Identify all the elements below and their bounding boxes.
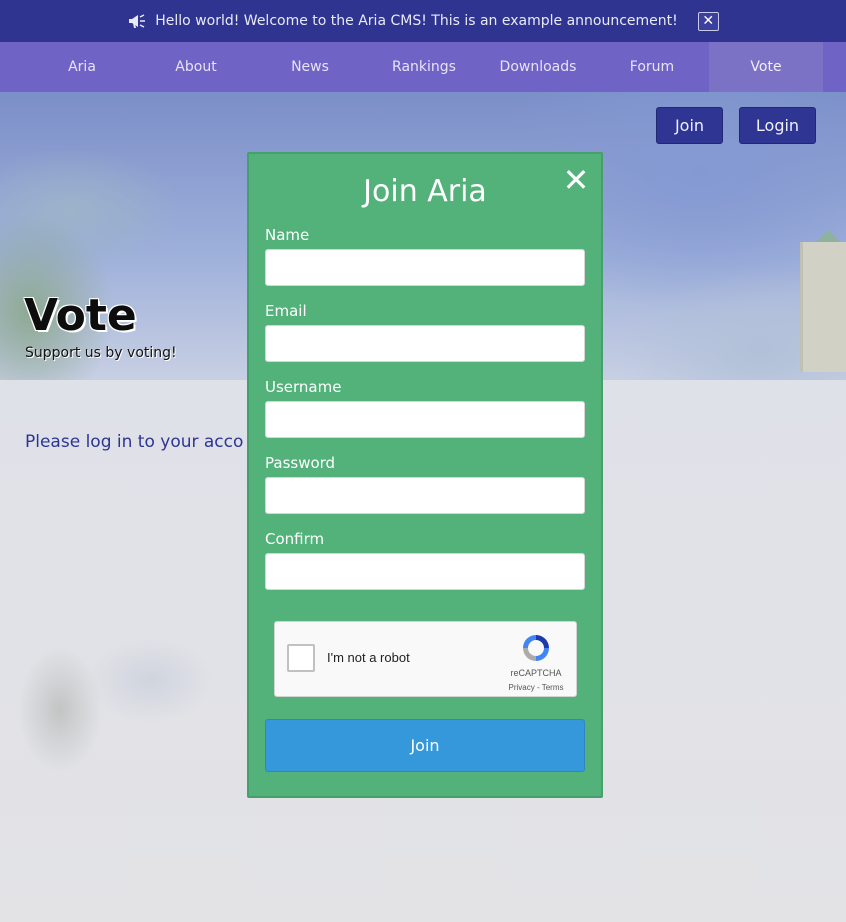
nav-item-news[interactable]: News	[253, 42, 367, 92]
join-modal: Join Aria ✕ Name Email Username Password…	[247, 152, 603, 798]
password-field[interactable]	[265, 477, 585, 514]
header-login-button[interactable]: Login	[739, 107, 816, 144]
confirm-password-field[interactable]	[265, 553, 585, 590]
recaptcha-widget: I'm not a robot reCAPTCHA Privacy - Term…	[274, 621, 577, 697]
name-label: Name	[265, 226, 310, 244]
name-field[interactable]	[265, 249, 585, 286]
main-nav: Aria About News Rankings Downloads Forum…	[0, 42, 846, 92]
page-title: Vote	[24, 290, 137, 341]
nav-item-about[interactable]: About	[139, 42, 253, 92]
modal-close-icon[interactable]: ✕	[562, 164, 590, 196]
megaphone-icon	[127, 11, 147, 31]
email-label: Email	[265, 302, 307, 320]
recaptcha-checkbox[interactable]	[287, 644, 315, 672]
join-submit-button[interactable]: Join	[265, 719, 585, 772]
modal-title: Join Aria	[363, 174, 487, 209]
username-field[interactable]	[265, 401, 585, 438]
nav-item-aria[interactable]: Aria	[25, 42, 139, 92]
username-label: Username	[265, 378, 342, 396]
announcement-bar: Hello world! Welcome to the Aria CMS! Th…	[0, 0, 846, 42]
recaptcha-icon	[519, 631, 553, 665]
nav-item-downloads[interactable]: Downloads	[481, 42, 595, 92]
confirm-label: Confirm	[265, 530, 325, 548]
nav-item-forum[interactable]: Forum	[595, 42, 709, 92]
recaptcha-brand: reCAPTCHA	[510, 668, 562, 678]
email-field[interactable]	[265, 325, 585, 362]
nav-item-rankings[interactable]: Rankings	[367, 42, 481, 92]
announcement-close-button[interactable]: ✕	[697, 11, 719, 31]
header-join-button[interactable]: Join	[656, 107, 723, 144]
recaptcha-label: I'm not a robot	[327, 650, 410, 665]
announcement-text: Hello world! Welcome to the Aria CMS! Th…	[155, 13, 678, 29]
password-label: Password	[265, 454, 336, 472]
recaptcha-privacy-terms-link[interactable]: Privacy - Terms	[497, 683, 575, 692]
page-subtitle: Support us by voting!	[25, 345, 177, 361]
nav-item-vote[interactable]: Vote	[709, 42, 823, 92]
login-prompt-link[interactable]: Please log in to your acco	[25, 432, 243, 452]
